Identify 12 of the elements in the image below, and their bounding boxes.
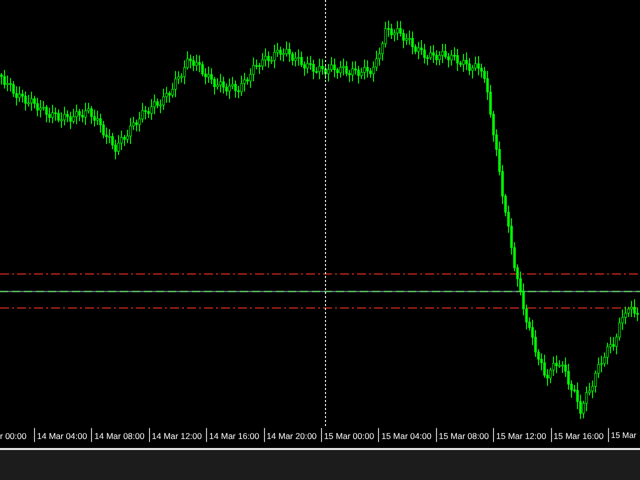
time-label: 15 Mar (608, 428, 636, 442)
time-label: 15 Mar 12:00 (493, 428, 551, 442)
time-label: 15 Mar 16:00 (550, 428, 608, 442)
time-label: 15 Mar 00:00 (320, 428, 378, 442)
time-label: r 00:00 (0, 430, 28, 442)
time-label: 15 Mar 04:00 (378, 428, 436, 442)
time-label: 14 Mar 12:00 (148, 428, 206, 442)
time-label: 14 Mar 16:00 (206, 428, 264, 442)
time-label: 14 Mar 04:00 (34, 428, 92, 442)
time-label: 14 Mar 08:00 (91, 428, 149, 442)
time-label: 14 Mar 20:00 (264, 428, 321, 442)
time-label: 15 Mar 08:00 (436, 428, 494, 442)
